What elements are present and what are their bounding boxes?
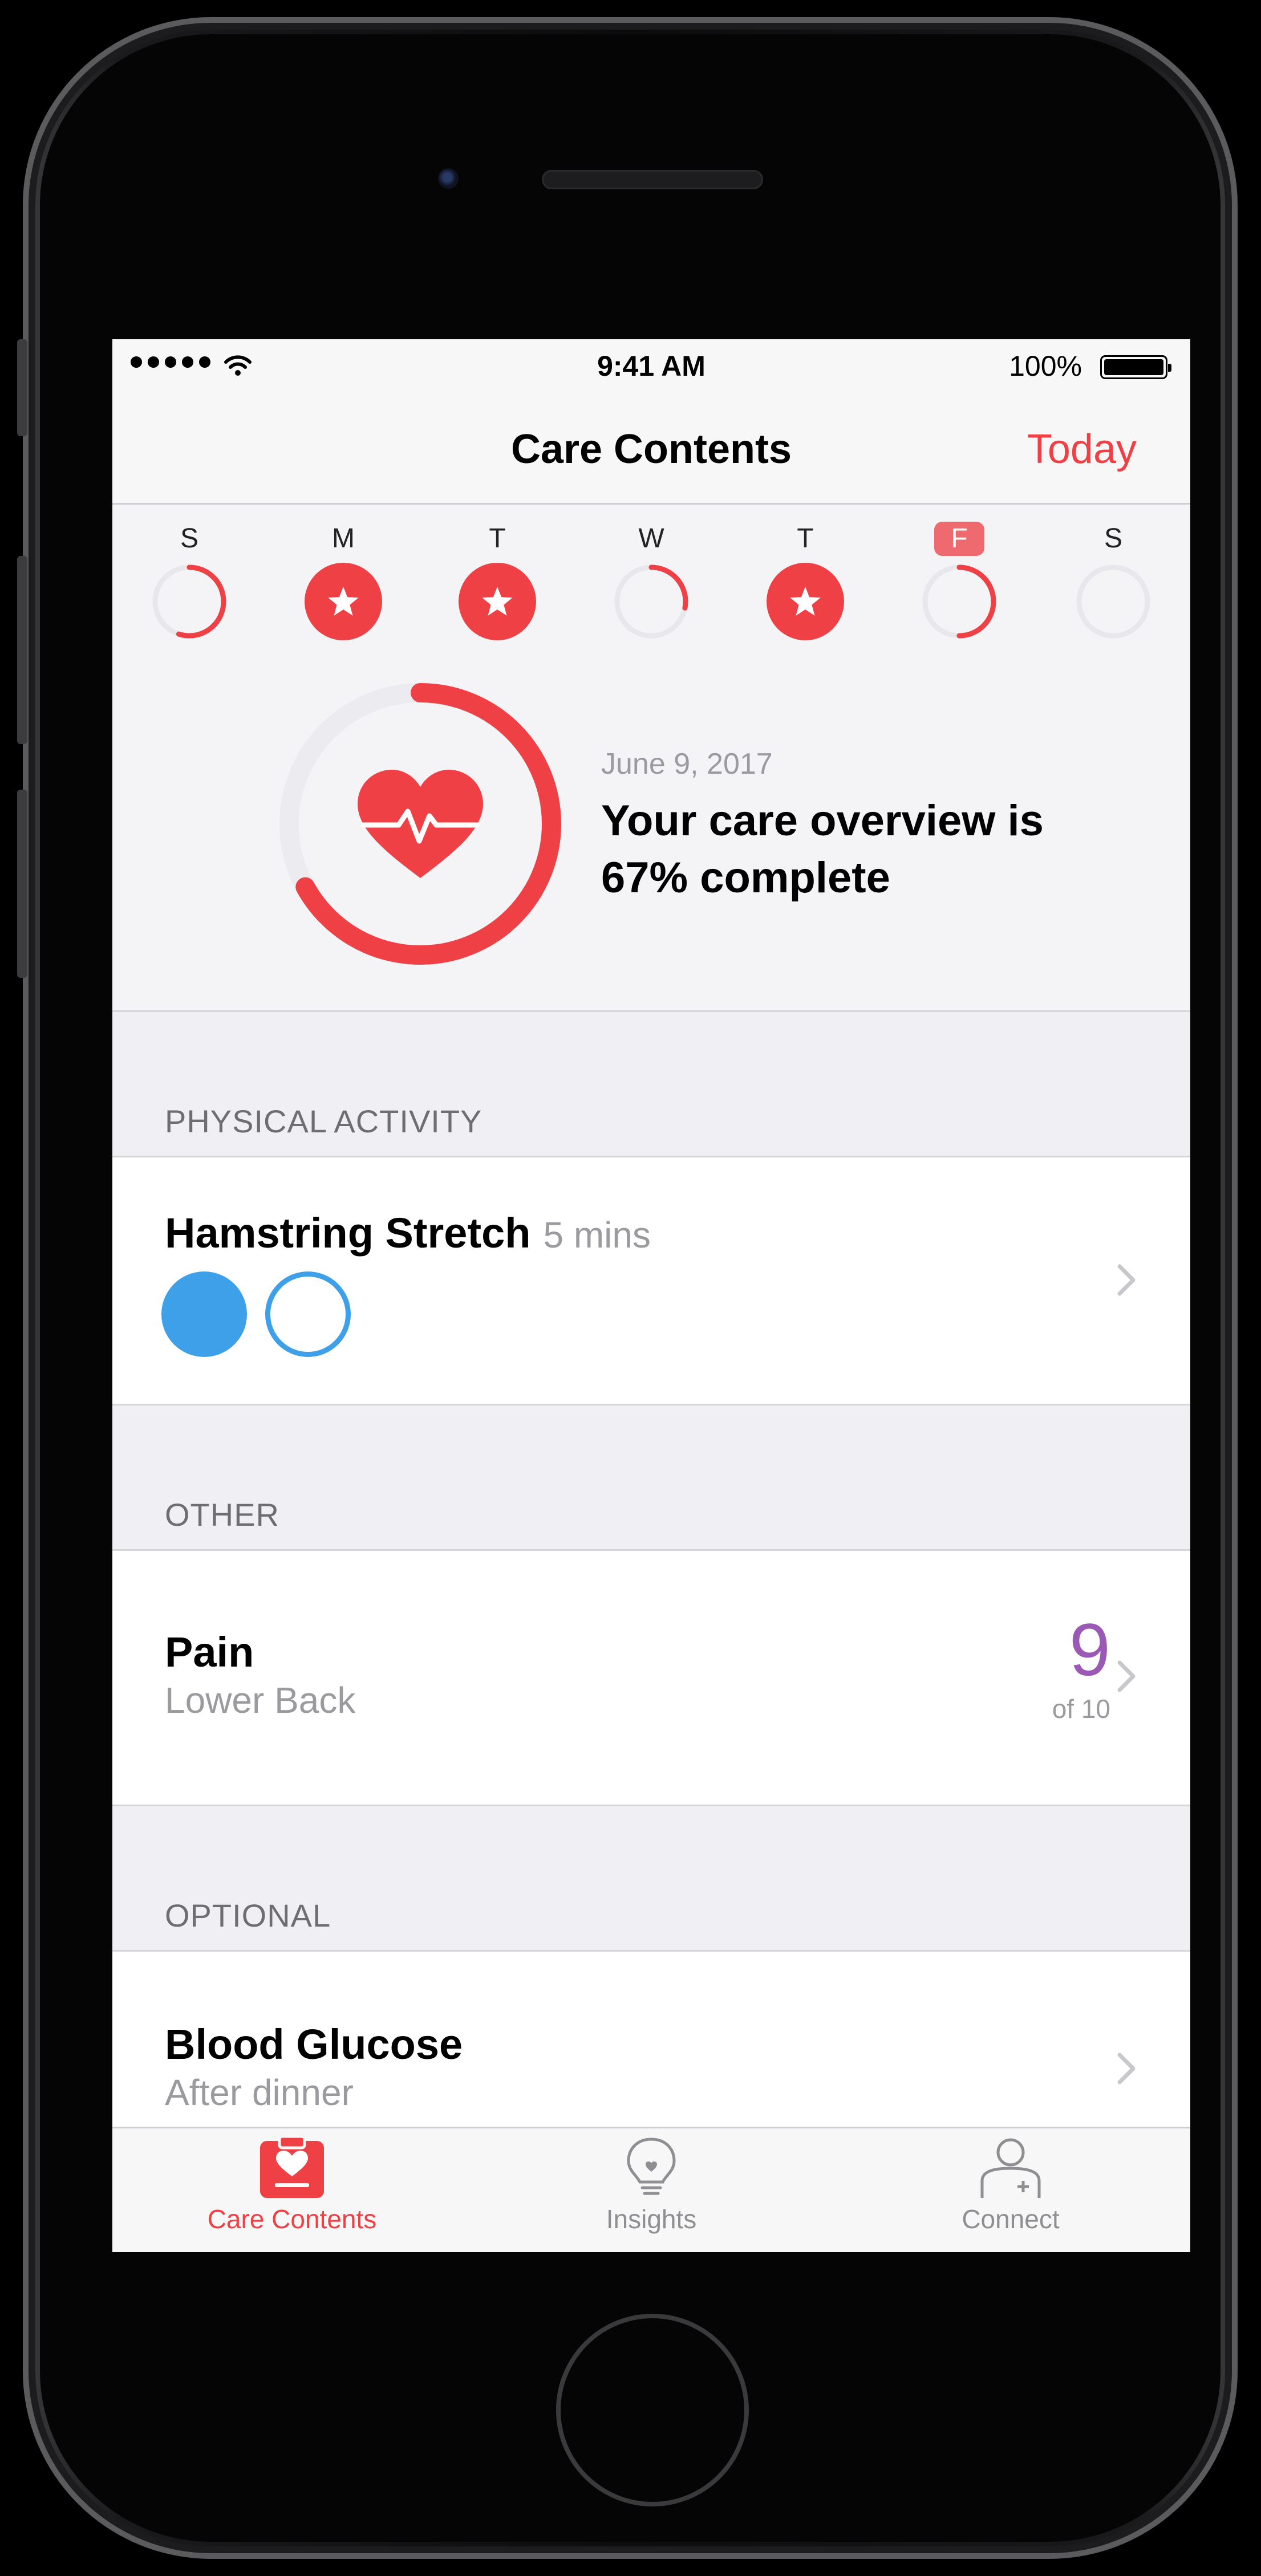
day-complete-star-icon <box>459 563 536 640</box>
week-calendar: SMTWTFS <box>112 522 1190 641</box>
section-header-optional: OPTIONAL <box>112 1806 1190 1952</box>
chevron-right-icon <box>1117 1264 1136 1296</box>
overview-date: June 9, 2017 <box>601 747 773 781</box>
day-complete-star-icon <box>305 563 382 640</box>
tab-bar: Care Contents Insights Connect <box>112 2127 1190 2252</box>
chevron-right-icon <box>1117 2053 1136 2085</box>
person-plus-icon <box>980 2138 1041 2198</box>
status-bar: 9:41 AM 100% <box>112 339 1190 391</box>
today-button[interactable]: Today <box>1027 426 1137 473</box>
battery-icon <box>1100 355 1171 379</box>
day-letter: S <box>180 523 198 554</box>
assessment-subtitle: After dinner <box>165 2072 354 2113</box>
care-header: S M T W T F S June 9, 2017 Your care overview … <box>112 505 1190 1012</box>
section-title: OTHER <box>165 1497 279 1533</box>
mute-switch <box>17 339 27 436</box>
day-3[interactable]: W <box>609 522 694 641</box>
activity-cell-hamstring-stretch[interactable]: Hamstring Stretch 5 mins <box>112 1157 1190 1405</box>
day-letter: T <box>797 523 814 554</box>
overview-summary: Your care overview is 67% complete <box>601 797 1044 902</box>
tab-label: Care Contents <box>207 2204 377 2234</box>
section-title: OPTIONAL <box>165 1898 331 1933</box>
volume-down-button <box>17 790 27 978</box>
tab-connect[interactable]: Connect <box>897 2136 1125 2234</box>
earpiece-speaker <box>542 170 763 189</box>
day-4[interactable]: T <box>763 522 848 641</box>
tab-label: Insights <box>606 2204 697 2234</box>
day-progress-ring <box>1076 564 1150 639</box>
day-5[interactable]: F <box>917 522 1002 641</box>
assessment-title: Blood Glucose <box>165 2021 463 2068</box>
app-screen: 9:41 AM 100% Care Contents Today SMTWTFS… <box>112 339 1190 2252</box>
day-letter: M <box>332 523 355 554</box>
assessment-title: Pain <box>165 1628 254 1676</box>
day-progress-ring <box>152 564 226 639</box>
section-header-physical-activity: PHYSICAL ACTIVITY <box>112 1012 1190 1157</box>
lightbulb-icon <box>627 2138 676 2195</box>
day-complete-star-icon <box>767 563 844 640</box>
chevron-right-icon <box>1117 1660 1136 1692</box>
day-0[interactable]: S <box>147 522 232 641</box>
overview-progress-ring <box>279 683 561 965</box>
day-2[interactable]: T <box>455 522 540 641</box>
battery-percentage: 100% <box>1009 350 1082 382</box>
activity-duration: 5 mins <box>543 1214 651 1256</box>
front-camera <box>438 168 459 189</box>
clipboard-heart-icon <box>260 2136 324 2198</box>
day-letter: T <box>489 523 506 554</box>
tab-insights[interactable]: Insights <box>537 2136 765 2234</box>
day-1[interactable]: M <box>301 522 386 641</box>
event-button-incomplete[interactable] <box>265 1271 351 1357</box>
heart-icon <box>358 770 483 878</box>
day-progress-ring <box>614 564 688 639</box>
assessment-cell-pain[interactable]: Pain Lower Back 9 of 10 <box>112 1551 1190 1806</box>
event-button-completed[interactable] <box>161 1271 247 1357</box>
day-6[interactable]: S <box>1071 522 1156 641</box>
day-letter-today: F <box>934 522 984 556</box>
day-letter: W <box>638 523 664 554</box>
home-button[interactable] <box>556 2314 749 2506</box>
navigation-bar: Care Contents Today <box>112 391 1190 505</box>
day-letter: S <box>1104 523 1122 554</box>
pain-score-value: 9 <box>1069 1608 1110 1691</box>
tab-label: Connect <box>962 2204 1060 2234</box>
assessment-subtitle: Lower Back <box>165 1680 356 1721</box>
pain-score-scale: of 10 <box>1052 1694 1110 1724</box>
section-header-other: OTHER <box>112 1405 1190 1551</box>
volume-up-button <box>17 556 27 744</box>
day-progress-ring <box>922 564 996 639</box>
section-title: PHYSICAL ACTIVITY <box>165 1103 482 1139</box>
tab-care-contents[interactable]: Care Contents <box>178 2136 406 2234</box>
activity-title: Hamstring Stretch 5 mins <box>165 1209 651 1257</box>
